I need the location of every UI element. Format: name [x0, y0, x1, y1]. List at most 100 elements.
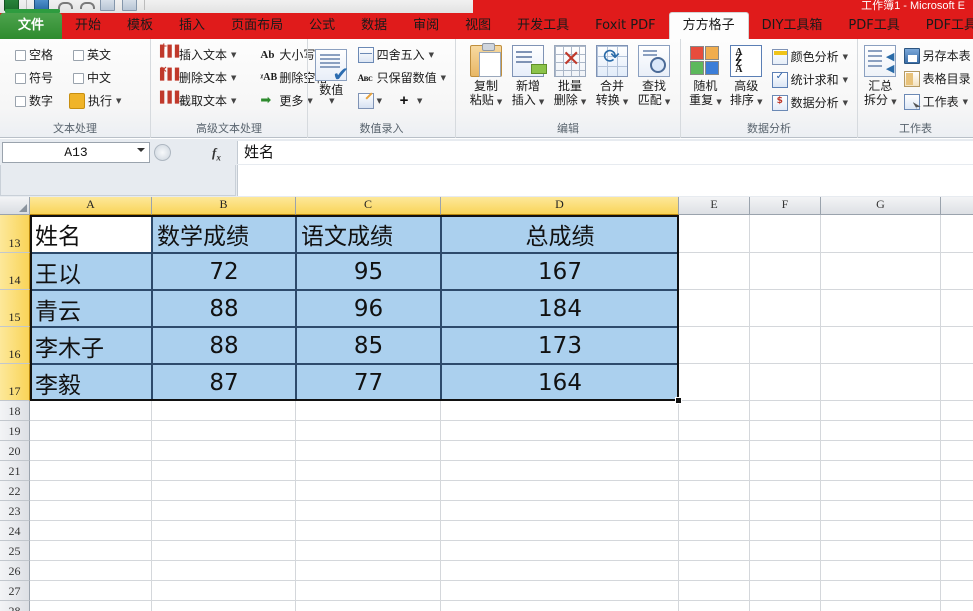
- cell-D14[interactable]: 167: [441, 253, 679, 290]
- cell-E19[interactable]: [679, 421, 750, 441]
- cell-D19[interactable]: [441, 421, 679, 441]
- cell-E17[interactable]: [679, 364, 750, 401]
- formula-bar-lower-right[interactable]: [237, 165, 973, 196]
- cell-D22[interactable]: [441, 481, 679, 501]
- column-header-blank[interactable]: [941, 197, 973, 215]
- row-header-15[interactable]: 15: [0, 290, 30, 327]
- cell-A22[interactable]: [30, 481, 152, 501]
- insert-rows-button[interactable]: 新增 插入 ▼: [507, 42, 549, 110]
- ribbon-tab-4[interactable]: 页面布局: [218, 13, 296, 39]
- cell-G20[interactable]: [821, 441, 941, 461]
- cell-B27[interactable]: [152, 581, 296, 601]
- cell-D26[interactable]: [441, 561, 679, 581]
- cell-F20[interactable]: [750, 441, 821, 461]
- cell-C18[interactable]: [296, 401, 441, 421]
- chevron-down-icon[interactable]: ▼: [329, 97, 334, 105]
- cell-G22[interactable]: [821, 481, 941, 501]
- cell-C21[interactable]: [296, 461, 441, 481]
- qat-extra-icon-2[interactable]: [122, 0, 137, 11]
- column-header-B[interactable]: B: [152, 197, 296, 215]
- cell-D25[interactable]: [441, 541, 679, 561]
- ribbon-tab-1[interactable]: 开始: [62, 13, 114, 39]
- random-repeat-button[interactable]: 随机 重复 ▼: [686, 42, 725, 110]
- cell-D18[interactable]: [441, 401, 679, 421]
- cell-E14[interactable]: [679, 253, 750, 290]
- ribbon-tab-12[interactable]: DIY工具箱: [749, 13, 836, 39]
- cell-F17[interactable]: [750, 364, 821, 401]
- column-header-E[interactable]: E: [679, 197, 750, 215]
- cell-x24[interactable]: [941, 521, 973, 541]
- ribbon-tab-11[interactable]: 方方格子: [668, 12, 749, 39]
- cell-A15[interactable]: 青云: [30, 290, 152, 327]
- row-header-16[interactable]: 16: [0, 327, 30, 364]
- chevron-down-icon[interactable]: ▼: [663, 98, 670, 106]
- row-header-17[interactable]: 17: [0, 364, 30, 401]
- insert-function-icon[interactable]: fx: [212, 145, 221, 163]
- chevron-down-icon[interactable]: ▼: [231, 97, 236, 105]
- cell-A18[interactable]: [30, 401, 152, 421]
- cell-B18[interactable]: [152, 401, 296, 421]
- row-header-24[interactable]: 24: [0, 521, 30, 541]
- execute-button[interactable]: 执行 ▼: [65, 90, 125, 112]
- row-header-22[interactable]: 22: [0, 481, 30, 501]
- cell-G18[interactable]: [821, 401, 941, 421]
- cell-G24[interactable]: [821, 521, 941, 541]
- cell-B23[interactable]: [152, 501, 296, 521]
- insert-text-button[interactable]: 插入文本 ▼: [156, 42, 240, 66]
- cell-x16[interactable]: [941, 327, 973, 364]
- cell-A26[interactable]: [30, 561, 152, 581]
- cell-A19[interactable]: [30, 421, 152, 441]
- cell-D24[interactable]: [441, 521, 679, 541]
- ribbon-tab-8[interactable]: 视图: [452, 13, 504, 39]
- cell-B22[interactable]: [152, 481, 296, 501]
- advanced-sort-button[interactable]: 高级 排序 ▼: [727, 42, 766, 110]
- cell-B15[interactable]: 88: [152, 290, 296, 327]
- cell-E24[interactable]: [679, 521, 750, 541]
- cell-D15[interactable]: 184: [441, 290, 679, 327]
- column-header-C[interactable]: C: [296, 197, 441, 215]
- formula-bar-resize-grip[interactable]: [154, 144, 171, 161]
- cell-x20[interactable]: [941, 441, 973, 461]
- ribbon-tab-14[interactable]: PDF工具集: [913, 13, 973, 39]
- selection-fill-handle[interactable]: [675, 397, 682, 404]
- cell-C23[interactable]: [296, 501, 441, 521]
- cell-G26[interactable]: [821, 561, 941, 581]
- find-match-button[interactable]: 查找 匹配 ▼: [633, 42, 675, 110]
- merge-convert-button[interactable]: 合并 转换 ▼: [591, 42, 633, 110]
- chevron-down-icon[interactable]: ▼: [231, 74, 236, 82]
- cell-x22[interactable]: [941, 481, 973, 501]
- cell-C24[interactable]: [296, 521, 441, 541]
- chevron-down-icon[interactable]: ▼: [537, 98, 544, 106]
- cell-x26[interactable]: [941, 561, 973, 581]
- cell-G15[interactable]: [821, 290, 941, 327]
- cell-F19[interactable]: [750, 421, 821, 441]
- cell-G14[interactable]: [821, 253, 941, 290]
- cell-C25[interactable]: [296, 541, 441, 561]
- checkbox-symbol[interactable]: 符号: [11, 67, 57, 89]
- cell-F21[interactable]: [750, 461, 821, 481]
- cell-D13[interactable]: 总成绩: [441, 215, 679, 253]
- checkbox-english[interactable]: 英文: [69, 44, 115, 66]
- cell-x27[interactable]: [941, 581, 973, 601]
- chevron-down-icon[interactable]: ▼: [889, 98, 896, 106]
- copy-paste-button[interactable]: 复制 粘贴 ▼: [465, 42, 507, 110]
- cell-E21[interactable]: [679, 461, 750, 481]
- cell-C19[interactable]: [296, 421, 441, 441]
- chevron-down-icon[interactable]: ▼: [231, 51, 236, 59]
- chevron-down-icon[interactable]: ▼: [495, 98, 502, 106]
- cell-B13[interactable]: 数学成绩: [152, 215, 296, 253]
- cell-x19[interactable]: [941, 421, 973, 441]
- cell-D21[interactable]: [441, 461, 679, 481]
- delete-text-button[interactable]: 删除文本 ▼: [156, 65, 240, 89]
- cell-A23[interactable]: [30, 501, 152, 521]
- cell-A14[interactable]: 王以: [30, 253, 152, 290]
- cell-B26[interactable]: [152, 561, 296, 581]
- chevron-down-icon[interactable]: ▼: [843, 76, 848, 84]
- cell-B28[interactable]: [152, 601, 296, 611]
- cell-B24[interactable]: [152, 521, 296, 541]
- chevron-down-icon[interactable]: ▼: [755, 98, 762, 106]
- cell-F16[interactable]: [750, 327, 821, 364]
- checkbox-icon[interactable]: [15, 72, 26, 84]
- round-button[interactable]: 四舍五入 ▼: [354, 44, 450, 66]
- row-header-21[interactable]: 21: [0, 461, 30, 481]
